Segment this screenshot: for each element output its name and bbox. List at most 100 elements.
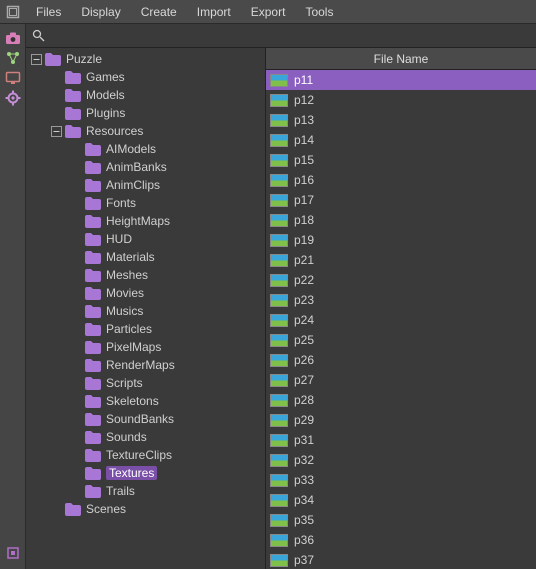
- toggle-spacer: [50, 503, 62, 515]
- toggle-spacer: [70, 449, 82, 461]
- toggle-spacer: [70, 485, 82, 497]
- file-row[interactable]: p27: [266, 370, 536, 390]
- tree-item[interactable]: AnimBanks: [26, 158, 265, 176]
- file-row[interactable]: p32: [266, 450, 536, 470]
- file-row[interactable]: p19: [266, 230, 536, 250]
- tree-item-label: TextureClips: [106, 448, 172, 462]
- file-row[interactable]: p31: [266, 430, 536, 450]
- texture-thumb-icon: [270, 314, 288, 327]
- file-name: p33: [294, 473, 314, 487]
- tree-item[interactable]: Textures: [26, 464, 265, 482]
- toggle-spacer: [70, 269, 82, 281]
- search-input[interactable]: [52, 26, 532, 46]
- menu-display[interactable]: Display: [71, 0, 130, 23]
- tree-item[interactable]: HUD: [26, 230, 265, 248]
- tree-item[interactable]: Puzzle: [26, 50, 265, 68]
- tree-item[interactable]: Resources: [26, 122, 265, 140]
- texture-thumb-icon: [270, 474, 288, 487]
- tree-item[interactable]: PixelMaps: [26, 338, 265, 356]
- menu-import[interactable]: Import: [187, 0, 241, 23]
- toggle-spacer: [70, 179, 82, 191]
- tree-item[interactable]: Skeletons: [26, 392, 265, 410]
- file-name: p21: [294, 253, 314, 267]
- gear-icon[interactable]: [3, 88, 23, 108]
- toggle-spacer: [70, 251, 82, 263]
- tree-item[interactable]: Particles: [26, 320, 265, 338]
- file-row[interactable]: p22: [266, 270, 536, 290]
- collapse-icon[interactable]: [50, 125, 62, 137]
- file-row[interactable]: p25: [266, 330, 536, 350]
- menu-export[interactable]: Export: [241, 0, 296, 23]
- texture-thumb-icon: [270, 194, 288, 207]
- tree-item[interactable]: SoundBanks: [26, 410, 265, 428]
- tree-item[interactable]: AIModels: [26, 140, 265, 158]
- component-icon[interactable]: [3, 543, 23, 563]
- tree-item-label: Scripts: [106, 376, 143, 390]
- column-file-name[interactable]: File Name: [266, 52, 536, 66]
- tree-item[interactable]: Meshes: [26, 266, 265, 284]
- tree-item[interactable]: Sounds: [26, 428, 265, 446]
- file-row[interactable]: p24: [266, 310, 536, 330]
- tree-item[interactable]: RenderMaps: [26, 356, 265, 374]
- file-row[interactable]: p16: [266, 170, 536, 190]
- file-row[interactable]: p36: [266, 530, 536, 550]
- file-row[interactable]: p18: [266, 210, 536, 230]
- file-row[interactable]: p34: [266, 490, 536, 510]
- file-name: p25: [294, 333, 314, 347]
- file-row[interactable]: p23: [266, 290, 536, 310]
- texture-thumb-icon: [270, 394, 288, 407]
- file-row[interactable]: p15: [266, 150, 536, 170]
- tree-item[interactable]: AnimClips: [26, 176, 265, 194]
- tree-item[interactable]: Fonts: [26, 194, 265, 212]
- collapse-icon[interactable]: [30, 53, 42, 65]
- file-row[interactable]: p28: [266, 390, 536, 410]
- file-row[interactable]: p21: [266, 250, 536, 270]
- tree-item[interactable]: Materials: [26, 248, 265, 266]
- tree-item[interactable]: Models: [26, 86, 265, 104]
- menu-create[interactable]: Create: [131, 0, 187, 23]
- file-row[interactable]: p13: [266, 110, 536, 130]
- file-row[interactable]: p33: [266, 470, 536, 490]
- file-name: p11: [294, 73, 313, 87]
- menu-files[interactable]: Files: [26, 0, 71, 23]
- tree-item[interactable]: Scenes: [26, 500, 265, 518]
- tree-item[interactable]: HeightMaps: [26, 212, 265, 230]
- file-row[interactable]: p35: [266, 510, 536, 530]
- tree-item[interactable]: Scripts: [26, 374, 265, 392]
- file-name: p22: [294, 273, 314, 287]
- tree-item-label: AnimClips: [106, 178, 160, 192]
- file-row[interactable]: p14: [266, 130, 536, 150]
- file-name: p36: [294, 533, 314, 547]
- tool-sidebar: [0, 24, 26, 569]
- file-row[interactable]: p17: [266, 190, 536, 210]
- file-row[interactable]: p26: [266, 350, 536, 370]
- file-name: p35: [294, 513, 314, 527]
- file-row[interactable]: p12: [266, 90, 536, 110]
- file-row[interactable]: p11: [266, 70, 536, 90]
- nodes-icon[interactable]: [3, 48, 23, 68]
- menu-tools[interactable]: Tools: [295, 0, 343, 23]
- tree-item[interactable]: Games: [26, 68, 265, 86]
- monitor-icon[interactable]: [3, 68, 23, 88]
- toggle-spacer: [70, 377, 82, 389]
- tree-item[interactable]: TextureClips: [26, 446, 265, 464]
- toggle-spacer: [70, 395, 82, 407]
- file-list[interactable]: p11 p12p13p14p15p16p17p18p19 p21 p22 p23p24 p…: [266, 70, 536, 569]
- file-row[interactable]: p37: [266, 550, 536, 569]
- camera-icon[interactable]: [3, 28, 23, 48]
- texture-thumb-icon: [270, 334, 288, 347]
- tree-item[interactable]: Plugins: [26, 104, 265, 122]
- folder-tree[interactable]: PuzzleGamesModelsPluginsResourcesAIModel…: [26, 48, 266, 569]
- tree-item-label: HeightMaps: [106, 214, 170, 228]
- file-name: p26: [294, 353, 314, 367]
- texture-thumb-icon: [270, 434, 288, 447]
- file-row[interactable]: p29: [266, 410, 536, 430]
- tree-item-label: Trails: [106, 484, 135, 498]
- toggle-spacer: [70, 359, 82, 371]
- tree-item[interactable]: Musics: [26, 302, 265, 320]
- file-list-header[interactable]: File Name: [266, 48, 536, 70]
- tree-item[interactable]: Trails: [26, 482, 265, 500]
- tree-item-label: Sounds: [106, 430, 147, 444]
- tree-item[interactable]: Movies: [26, 284, 265, 302]
- tree-item-label: Materials: [106, 250, 155, 264]
